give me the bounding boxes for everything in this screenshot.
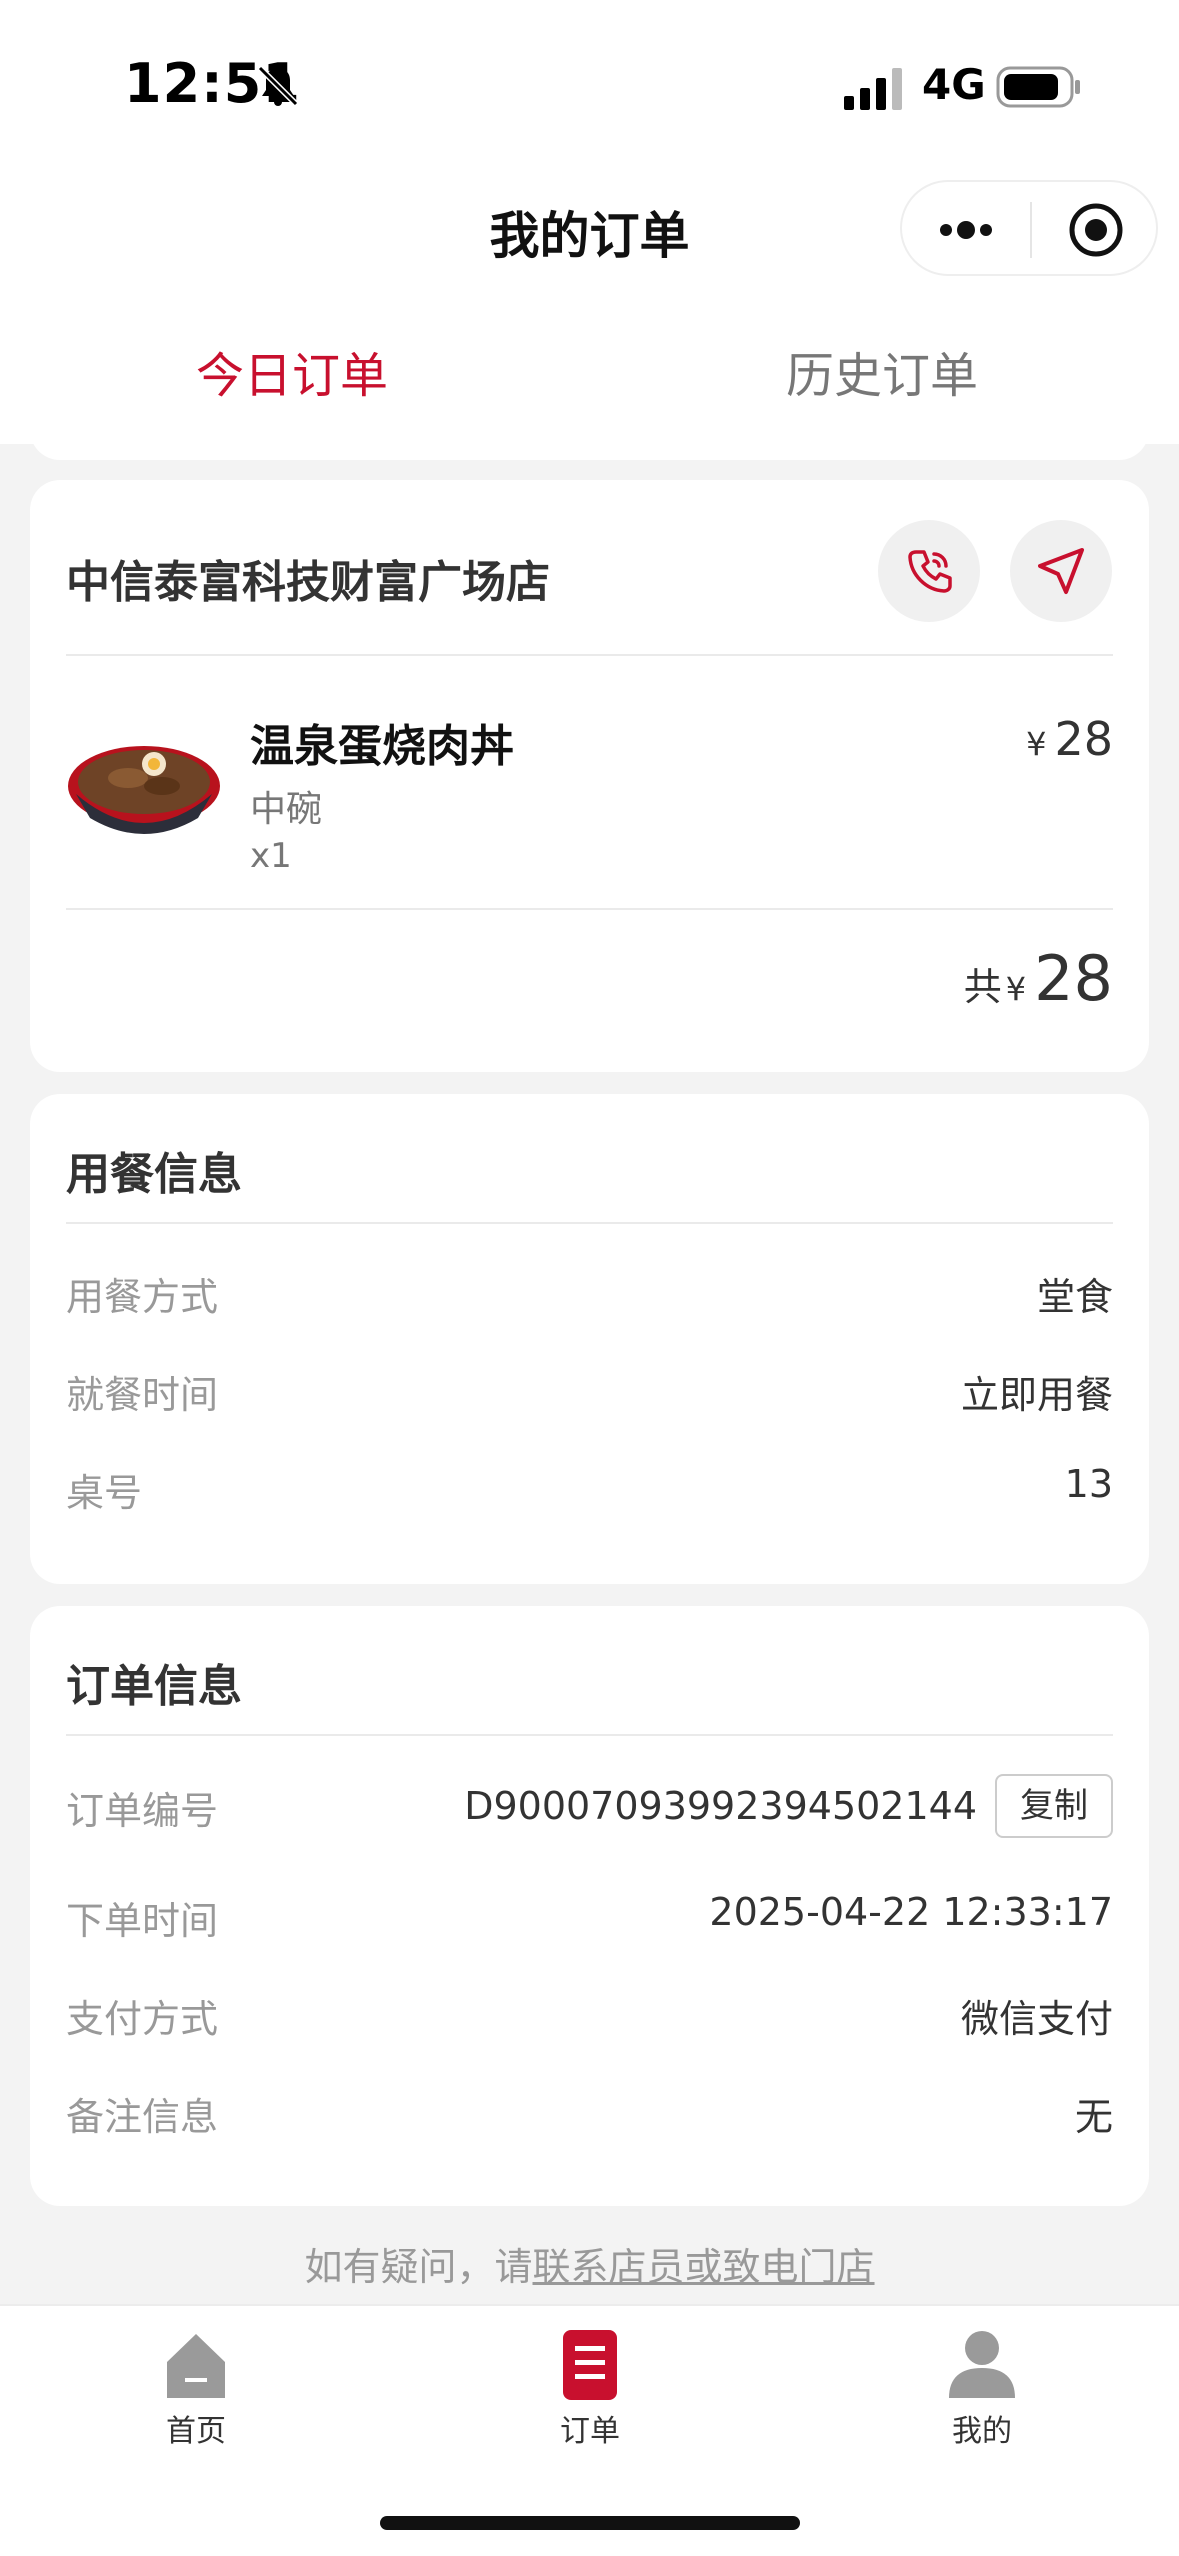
dining-method-value: 堂食 (1036, 1275, 1113, 1319)
tab-today[interactable]: 今日订单 (112, 336, 472, 406)
table-number-label: 桌号 (66, 1471, 143, 1515)
tabbar-home[interactable]: 首页 (96, 2326, 296, 2450)
order-time-label: 下单时间 (66, 1899, 219, 1943)
section-title: 用餐信息 (66, 1149, 242, 1200)
store-card: 中信泰富科技财富广场店 温泉蛋烧肉丼 中碗 x1 ¥28 共 ¥28 (30, 480, 1149, 1072)
muted-bell-icon (257, 65, 299, 107)
card-sliver (30, 420, 1149, 460)
tabbar-label: 首页 (166, 2414, 226, 2449)
divider (66, 908, 1113, 910)
order-number-value: D900070939923945021​44 (464, 1784, 977, 1828)
total-prefix: 共 (963, 965, 1002, 1009)
divider (66, 654, 1113, 656)
copy-button[interactable]: 复制 (995, 1774, 1113, 1838)
tab-history[interactable]: 历史订单 (702, 336, 1062, 406)
help-text: 如有疑问，请联系店员或致电门店 (0, 2236, 1179, 2291)
navigate-store-button[interactable] (1010, 520, 1112, 622)
table-number-value: 13 (1064, 1462, 1113, 1506)
divider (66, 1222, 1113, 1224)
food-bowl-image (68, 746, 220, 834)
dining-time-label: 就餐时间 (66, 1373, 219, 1417)
tabbar-mine[interactable]: 我的 (882, 2326, 1082, 2450)
order-total: 共 ¥28 (964, 942, 1113, 1015)
battery-icon (996, 66, 1080, 108)
order-info-card: 订单信息 订单编号 D900070939923945021​44 复制 下单时间… (30, 1606, 1149, 2206)
price-value: 28 (1054, 712, 1113, 766)
dining-time-value: 立即用餐 (960, 1373, 1113, 1417)
status-bar: 12:51 4G (0, 0, 1179, 170)
payment-method-label: 支付方式 (66, 1997, 219, 2041)
call-store-button[interactable] (878, 520, 980, 622)
order-icon (563, 2330, 617, 2400)
tabbar-label: 订单 (560, 2414, 620, 2449)
home-indicator (380, 2516, 800, 2530)
help-prefix: 如有疑问，请 (304, 2245, 533, 2289)
nav-bar: 我的订单 (0, 170, 1179, 290)
network-label: 4G (922, 60, 986, 109)
total-value: 28 (1034, 942, 1113, 1015)
tabbar-orders[interactable]: 订单 (490, 2326, 690, 2450)
divider (66, 1734, 1113, 1736)
remark-label: 备注信息 (66, 2095, 219, 2139)
signal-icon (844, 68, 902, 110)
capsule-divider (1030, 202, 1032, 258)
store-name: 中信泰富科技财富广场店 (66, 557, 550, 608)
phone-icon (908, 550, 952, 593)
total-currency: ¥ (1005, 970, 1027, 1008)
miniprogram-capsule (900, 180, 1158, 276)
tabbar-label: 我的 (952, 2414, 1012, 2449)
item-spec: 中碗 (250, 789, 323, 830)
item-name: 温泉蛋烧肉丼 (250, 721, 514, 772)
more-icon[interactable] (934, 210, 998, 250)
close-target-icon[interactable] (1068, 202, 1124, 258)
item-price: ¥28 (1026, 712, 1113, 766)
contact-store-link[interactable]: 联系店员或致电门店 (533, 2245, 875, 2289)
order-number-label: 订单编号 (66, 1789, 219, 1833)
navigation-arrow-icon (1038, 548, 1084, 594)
dining-method-label: 用餐方式 (66, 1275, 219, 1319)
remark-value: 无 (1074, 2095, 1113, 2139)
dining-info-card: 用餐信息 用餐方式 堂食 就餐时间 立即用餐 桌号 13 (30, 1094, 1149, 1584)
payment-method-value: 微信支付 (960, 1997, 1113, 2041)
item-quantity: x1 (250, 836, 292, 876)
person-icon (949, 2331, 1015, 2398)
order-time-value: 2025-04-22 12:33:17 (709, 1890, 1113, 1934)
currency-symbol: ¥ (1026, 725, 1047, 763)
section-title: 订单信息 (66, 1661, 242, 1712)
home-icon (167, 2334, 225, 2398)
